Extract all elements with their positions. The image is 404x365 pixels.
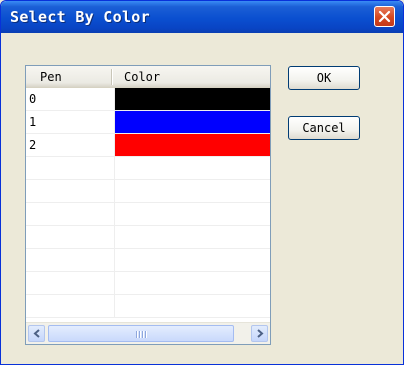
chevron-left-icon: [33, 329, 40, 338]
pen-color-list[interactable]: Pen Color 0 1 2: [25, 65, 271, 345]
scroll-right-button[interactable]: [251, 325, 268, 342]
chevron-right-icon: [257, 329, 264, 338]
scrollbar-thumb[interactable]: [48, 325, 234, 342]
list-item[interactable]: [26, 180, 270, 203]
column-divider: [114, 295, 115, 317]
ok-button[interactable]: OK: [288, 66, 360, 90]
list-item[interactable]: [26, 203, 270, 226]
window-title: Select By Color: [10, 8, 150, 26]
close-icon: [378, 10, 391, 23]
column-separator[interactable]: [111, 69, 113, 85]
color-swatch: [115, 88, 270, 110]
column-divider: [114, 203, 115, 225]
cancel-button[interactable]: Cancel: [288, 116, 360, 140]
column-header-pen[interactable]: Pen: [40, 70, 62, 84]
list-header: Pen Color: [26, 66, 270, 88]
column-header-color[interactable]: Color: [124, 70, 160, 84]
list-item[interactable]: [26, 226, 270, 249]
color-swatch: [115, 111, 270, 133]
column-divider: [114, 272, 115, 294]
select-by-color-dialog: Select By Color Pen Color 0 1 2 OK Cancel: [0, 0, 404, 365]
column-divider: [114, 249, 115, 271]
column-divider: [114, 157, 115, 179]
list-item[interactable]: 1: [26, 111, 270, 134]
list-item[interactable]: [26, 157, 270, 180]
column-divider: [114, 180, 115, 202]
list-item[interactable]: 0: [26, 88, 270, 111]
color-swatch: [115, 134, 270, 156]
pen-number: 2: [29, 138, 37, 152]
list-item[interactable]: 2: [26, 134, 270, 157]
list-item[interactable]: [26, 295, 270, 318]
title-bar[interactable]: Select By Color: [1, 1, 403, 33]
scroll-left-button[interactable]: [28, 325, 45, 342]
list-item[interactable]: [26, 249, 270, 272]
list-item[interactable]: [26, 272, 270, 295]
list-rows: 0 1 2: [26, 88, 270, 318]
column-divider: [114, 226, 115, 248]
pen-number: 1: [29, 115, 37, 129]
grip-icon: [136, 331, 148, 338]
pen-number: 0: [29, 92, 37, 106]
horizontal-scrollbar[interactable]: [26, 322, 270, 344]
close-button[interactable]: [374, 6, 395, 27]
